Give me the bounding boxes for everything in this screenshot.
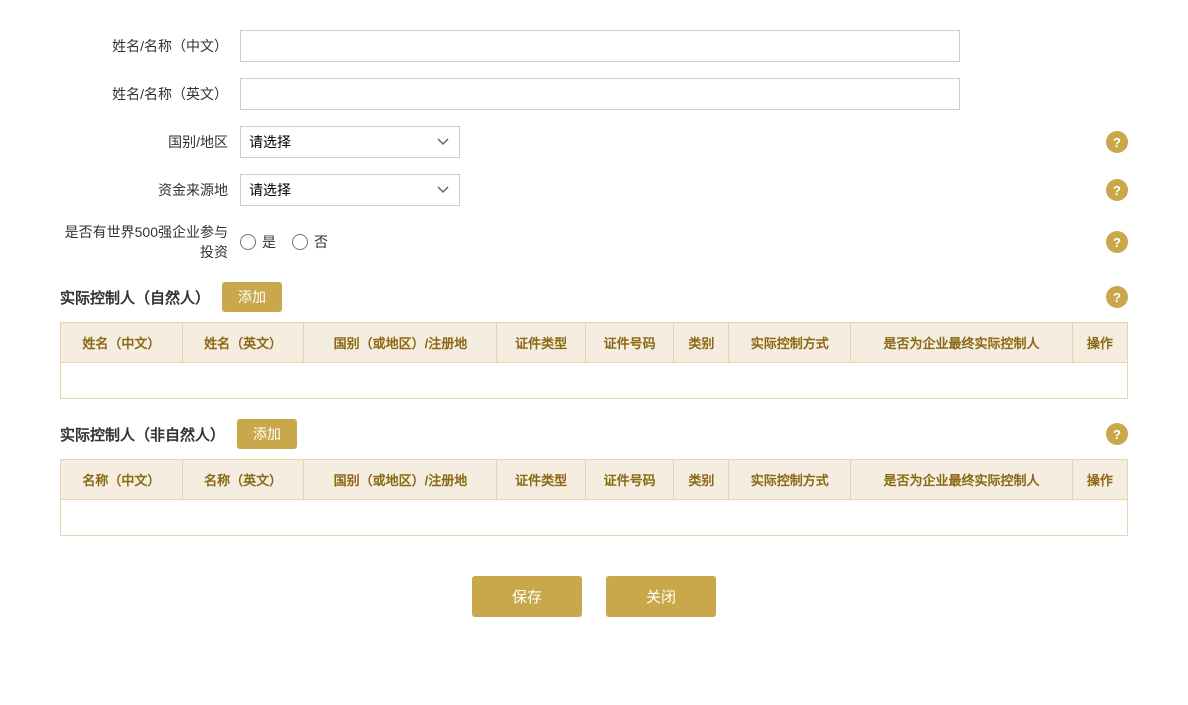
nnp-col-name-cn: 名称（中文） <box>61 460 183 500</box>
close-button[interactable]: 关闭 <box>606 576 716 617</box>
save-button[interactable]: 保存 <box>472 576 582 617</box>
name-english-label: 姓名/名称（英文） <box>60 84 240 104</box>
nnp-col-category: 类别 <box>674 460 729 500</box>
fortune500-no-option[interactable]: 否 <box>292 232 328 252</box>
np-col-name-en: 姓名（英文） <box>182 323 304 363</box>
np-col-name-cn: 姓名（中文） <box>61 323 183 363</box>
natural-person-add-button[interactable]: 添加 <box>222 282 282 312</box>
country-help-icon[interactable]: ? <box>1106 131 1128 153</box>
non-natural-person-help-icon[interactable]: ? <box>1106 423 1128 445</box>
natural-person-section-title-row: 实际控制人（自然人） 添加 ? <box>60 282 1128 312</box>
form-section: 姓名/名称（中文） 姓名/名称（英文） 国别/地区 请选择 ? 资金来源地 请选… <box>60 30 1128 262</box>
country-row: 国别/地区 请选择 ? <box>60 126 1128 158</box>
funding-source-label: 资金来源地 <box>60 180 240 200</box>
non-natural-person-table: 名称（中文） 名称（英文） 国别（或地区）/注册地 证件类型 证件号码 类别 实… <box>60 459 1128 536</box>
non-natural-person-title: 实际控制人（非自然人） <box>60 424 225 445</box>
fortune500-radio-group: 是 否 <box>240 232 328 252</box>
funding-source-help-icon[interactable]: ? <box>1106 179 1128 201</box>
footer-buttons: 保存 关闭 <box>60 576 1128 647</box>
nnp-col-ultimate-controller: 是否为企业最终实际控制人 <box>851 460 1073 500</box>
nnp-col-operation: 操作 <box>1072 460 1127 500</box>
name-chinese-label: 姓名/名称（中文） <box>60 36 240 56</box>
np-col-ultimate-controller: 是否为企业最终实际控制人 <box>851 323 1073 363</box>
nnp-col-cert-no: 证件号码 <box>585 460 673 500</box>
name-chinese-row: 姓名/名称（中文） <box>60 30 1128 62</box>
np-col-operation: 操作 <box>1072 323 1127 363</box>
np-col-category: 类别 <box>674 323 729 363</box>
natural-person-title: 实际控制人（自然人） <box>60 287 210 308</box>
natural-person-table-header: 姓名（中文） 姓名（英文） 国别（或地区）/注册地 证件类型 证件号码 类别 实… <box>61 323 1128 363</box>
natural-person-empty-row <box>61 363 1128 399</box>
np-col-country: 国别（或地区）/注册地 <box>304 323 497 363</box>
funding-source-select[interactable]: 请选择 <box>240 174 460 206</box>
natural-person-help-icon[interactable]: ? <box>1106 286 1128 308</box>
non-natural-person-add-button[interactable]: 添加 <box>237 419 297 449</box>
np-col-cert-no: 证件号码 <box>585 323 673 363</box>
np-col-cert-type: 证件类型 <box>497 323 585 363</box>
fortune500-label: 是否有世界500强企业参与投资 <box>60 222 240 262</box>
fortune500-yes-label: 是 <box>262 232 276 252</box>
country-select[interactable]: 请选择 <box>240 126 460 158</box>
fortune500-no-label: 否 <box>314 232 328 252</box>
fortune500-yes-option[interactable]: 是 <box>240 232 276 252</box>
non-natural-person-table-header: 名称（中文） 名称（英文） 国别（或地区）/注册地 证件类型 证件号码 类别 实… <box>61 460 1128 500</box>
np-col-control-method: 实际控制方式 <box>729 323 851 363</box>
country-label: 国别/地区 <box>60 132 240 152</box>
fortune500-help-icon[interactable]: ? <box>1106 231 1128 253</box>
nnp-col-cert-type: 证件类型 <box>497 460 585 500</box>
nnp-col-country: 国别（或地区）/注册地 <box>304 460 497 500</box>
nnp-col-control-method: 实际控制方式 <box>729 460 851 500</box>
name-english-input[interactable] <box>240 78 960 110</box>
natural-person-table: 姓名（中文） 姓名（英文） 国别（或地区）/注册地 证件类型 证件号码 类别 实… <box>60 322 1128 399</box>
funding-source-row: 资金来源地 请选择 ? <box>60 174 1128 206</box>
non-natural-person-empty-row <box>61 500 1128 536</box>
name-english-row: 姓名/名称（英文） <box>60 78 1128 110</box>
name-chinese-input[interactable] <box>240 30 960 62</box>
fortune500-yes-radio[interactable] <box>240 234 256 250</box>
fortune500-no-radio[interactable] <box>292 234 308 250</box>
non-natural-person-section-title-row: 实际控制人（非自然人） 添加 ? <box>60 419 1128 449</box>
fortune500-row: 是否有世界500强企业参与投资 是 否 ? <box>60 222 1128 262</box>
nnp-col-name-en: 名称（英文） <box>182 460 304 500</box>
